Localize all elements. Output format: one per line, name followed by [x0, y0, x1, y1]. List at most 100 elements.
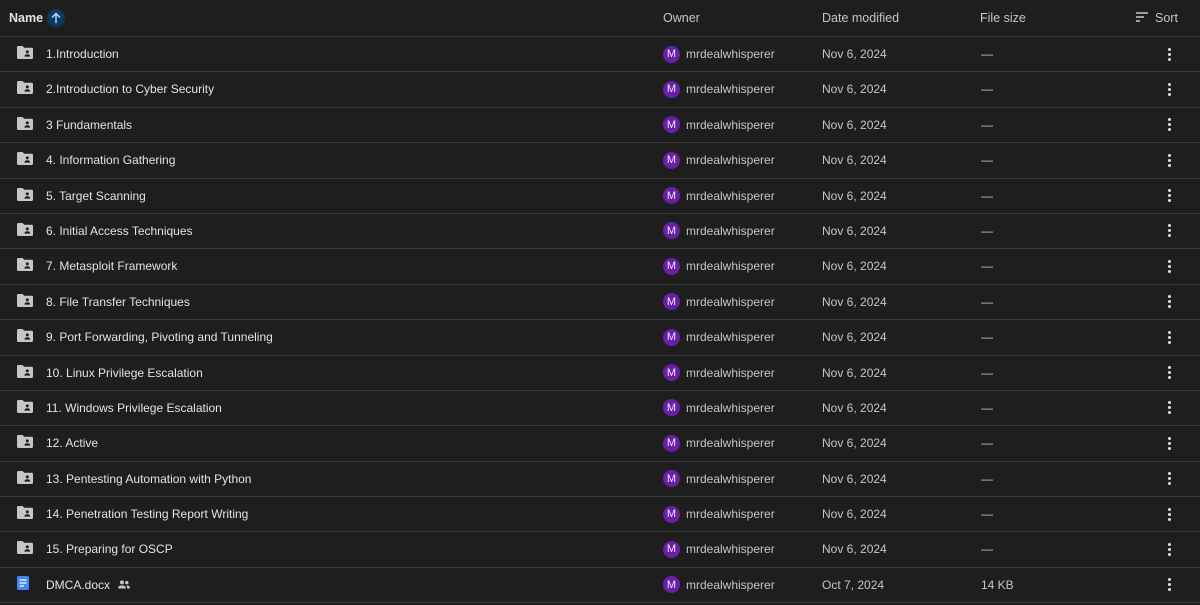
date-modified: Nov 6, 2024: [822, 153, 887, 168]
file-rows: 1.Introduction M mrdealwhisperer Nov 6, …: [0, 37, 1200, 604]
table-row[interactable]: 11. Windows Privilege Escalation M mrdea…: [0, 391, 1200, 427]
file-name-cell[interactable]: 2.Introduction to Cyber Security: [46, 72, 214, 106]
file-size: —: [981, 436, 993, 451]
owner-column-header[interactable]: Owner: [663, 0, 700, 36]
more-actions-button[interactable]: [1163, 568, 1175, 602]
table-row[interactable]: 5. Target Scanning M mrdealwhisperer Nov…: [0, 179, 1200, 214]
table-row[interactable]: 12. Active M mrdealwhisperer Nov 6, 2024…: [0, 426, 1200, 462]
avatar[interactable]: M: [663, 399, 680, 417]
avatar[interactable]: M: [663, 293, 680, 311]
date-modified: Nov 6, 2024: [822, 400, 887, 415]
file-name-cell[interactable]: 11. Windows Privilege Escalation: [46, 391, 222, 425]
table-row[interactable]: 2.Introduction to Cyber Security M mrdea…: [0, 72, 1200, 108]
more-actions-button[interactable]: [1163, 179, 1175, 213]
name-header-label: Name: [9, 11, 44, 25]
file-type-icon-cell: [17, 285, 33, 319]
file-type-icon-cell: [17, 214, 33, 248]
owner-name: mrdealwhisperer: [686, 294, 775, 309]
more-actions-button[interactable]: [1163, 285, 1175, 319]
table-row[interactable]: 1.Introduction M mrdealwhisperer Nov 6, …: [0, 37, 1200, 73]
shared-folder-icon: [17, 116, 33, 133]
file-name: 11. Windows Privilege Escalation: [46, 400, 222, 415]
table-row[interactable]: 8. File Transfer Techniques M mrdealwhis…: [0, 285, 1200, 321]
shared-folder-icon: [17, 152, 33, 168]
avatar[interactable]: M: [663, 222, 680, 240]
file-name-cell[interactable]: DMCA.docx: [46, 568, 131, 602]
more-actions-button[interactable]: [1163, 532, 1175, 566]
avatar[interactable]: M: [663, 540, 680, 558]
date-modified: Nov 6, 2024: [822, 259, 887, 274]
shared-folder-icon: [17, 435, 33, 451]
owner-cell: M mrdealwhisperer: [663, 72, 775, 106]
avatar[interactable]: M: [663, 505, 680, 523]
file-name-cell[interactable]: 13. Pentesting Automation with Python: [46, 462, 251, 496]
avatar[interactable]: M: [663, 116, 680, 134]
more-vert-icon: [1167, 542, 1171, 556]
avatar[interactable]: M: [663, 576, 680, 594]
table-row[interactable]: 10. Linux Privilege Escalation M mrdealw…: [0, 356, 1200, 391]
avatar[interactable]: M: [663, 257, 680, 275]
table-row[interactable]: DMCA.docx M mrdealwhisperer Oct 7, 2024 …: [0, 568, 1200, 604]
file-size-column-header[interactable]: File size: [980, 0, 1026, 36]
file-name-cell[interactable]: 12. Active: [46, 426, 98, 460]
table-row[interactable]: 13. Pentesting Automation with Python M …: [0, 462, 1200, 498]
more-actions-button[interactable]: [1163, 426, 1175, 460]
file-name-cell[interactable]: 15. Preparing for OSCP: [46, 532, 173, 566]
file-size: —: [981, 223, 993, 238]
avatar[interactable]: M: [663, 45, 680, 63]
more-vert-icon: [1167, 82, 1171, 96]
file-size: —: [981, 507, 993, 522]
file-size: —: [981, 259, 993, 274]
more-actions-button[interactable]: [1163, 497, 1175, 531]
file-name-cell[interactable]: 5. Target Scanning: [46, 179, 146, 213]
shared-folder-icon: [17, 46, 33, 62]
file-name-cell[interactable]: 6. Initial Access Techniques: [46, 214, 193, 248]
sort-button[interactable]: Sort: [1136, 0, 1178, 36]
more-actions-button[interactable]: [1163, 72, 1175, 106]
date-modified-column-header[interactable]: Date modified: [822, 0, 899, 36]
date-modified: Nov 6, 2024: [822, 436, 887, 451]
avatar[interactable]: M: [663, 187, 680, 205]
file-name-cell[interactable]: 7. Metasploit Framework: [46, 249, 177, 283]
file-name: 2.Introduction to Cyber Security: [46, 82, 215, 97]
people-icon: [118, 578, 131, 592]
more-actions-button[interactable]: [1163, 108, 1175, 142]
more-actions-button[interactable]: [1163, 37, 1175, 71]
file-name-cell[interactable]: 8. File Transfer Techniques: [46, 285, 190, 319]
table-row[interactable]: 14. Penetration Testing Report Writing M…: [0, 497, 1200, 533]
more-actions-button[interactable]: [1163, 249, 1175, 283]
avatar[interactable]: M: [663, 470, 680, 488]
file-name: DMCA.docx: [46, 577, 111, 592]
file-size: —: [981, 471, 993, 486]
more-actions-button[interactable]: [1163, 391, 1175, 425]
file-type-icon-cell: [17, 568, 29, 602]
table-row[interactable]: 6. Initial Access Techniques M mrdealwhi…: [0, 214, 1200, 250]
avatar[interactable]: M: [663, 151, 680, 169]
arrow-up-icon[interactable]: [47, 9, 66, 27]
file-name-cell[interactable]: 9. Port Forwarding, Pivoting and Tunneli…: [46, 320, 273, 354]
table-row[interactable]: 9. Port Forwarding, Pivoting and Tunneli…: [0, 320, 1200, 356]
file-name-cell[interactable]: 3 Fundamentals: [46, 108, 132, 142]
avatar[interactable]: M: [663, 364, 680, 382]
table-row[interactable]: 7. Metasploit Framework M mrdealwhispere…: [0, 249, 1200, 285]
file-name: 12. Active: [46, 436, 99, 451]
file-name-cell[interactable]: 10. Linux Privilege Escalation: [46, 356, 203, 390]
more-actions-button[interactable]: [1163, 143, 1175, 177]
table-row[interactable]: 4. Information Gathering M mrdealwhisper…: [0, 143, 1200, 179]
avatar[interactable]: M: [663, 328, 680, 346]
file-name-cell[interactable]: 1.Introduction: [46, 37, 119, 71]
file-name-cell[interactable]: 14. Penetration Testing Report Writing: [46, 497, 248, 531]
owner-cell: M mrdealwhisperer: [663, 320, 775, 354]
avatar[interactable]: M: [663, 80, 680, 98]
more-actions-button[interactable]: [1163, 356, 1175, 390]
more-actions-button[interactable]: [1163, 320, 1175, 354]
table-row[interactable]: 15. Preparing for OSCP M mrdealwhisperer…: [0, 532, 1200, 568]
more-actions-button[interactable]: [1163, 462, 1175, 496]
file-name-cell[interactable]: 4. Information Gathering: [46, 143, 175, 177]
name-column-header[interactable]: Name: [9, 0, 66, 36]
file-type-icon-cell: [17, 143, 33, 177]
avatar[interactable]: M: [663, 434, 680, 452]
table-row[interactable]: 3 Fundamentals M mrdealwhisperer Nov 6, …: [0, 108, 1200, 144]
more-actions-button[interactable]: [1163, 214, 1175, 248]
file-type-icon-cell: [17, 179, 33, 213]
